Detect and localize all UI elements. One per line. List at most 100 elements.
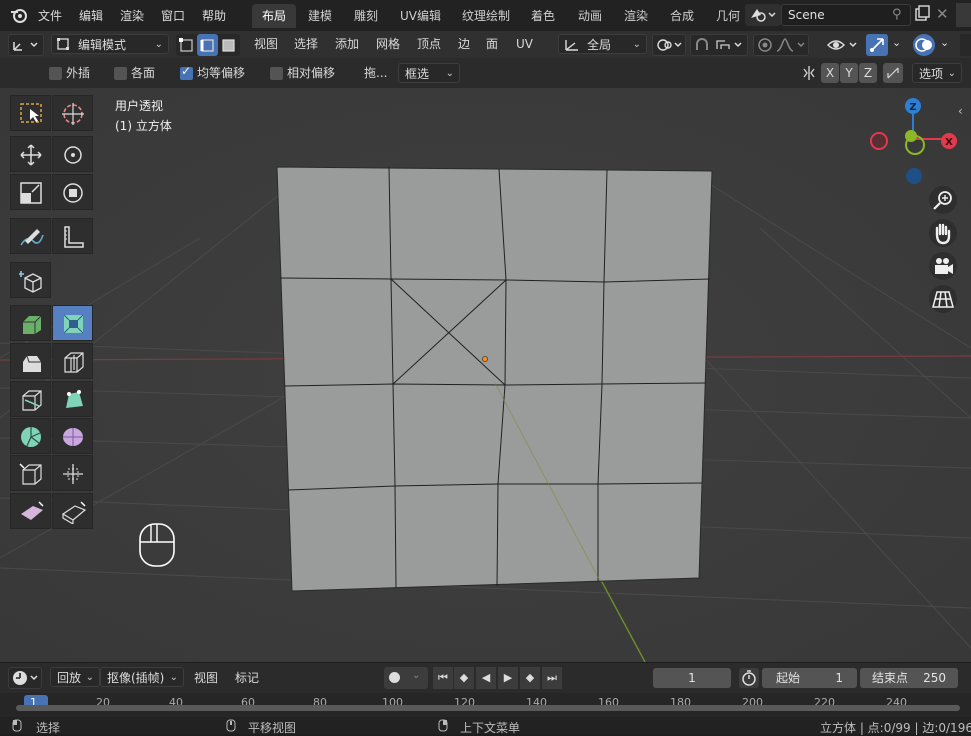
menu-window[interactable]: 窗口	[161, 7, 185, 24]
shading-edge[interactable]	[960, 34, 971, 56]
menu-select[interactable]: 选择	[294, 34, 318, 54]
gizmo-toggle-icon[interactable]	[866, 34, 888, 56]
menu-view[interactable]: 视图	[254, 34, 278, 54]
tool-rotate[interactable]	[52, 136, 93, 172]
play-icon[interactable]: ▶	[498, 667, 518, 689]
pin-icon[interactable]: ⚲	[892, 7, 902, 22]
tool-loop-cut[interactable]	[52, 343, 93, 379]
auto-keying-group[interactable]: ⌄	[384, 667, 428, 689]
checkbox-relative-offset[interactable]	[269, 66, 284, 81]
drag-menu[interactable]: 拖...	[364, 63, 387, 83]
tool-cursor[interactable]	[52, 95, 93, 131]
pan-button[interactable]	[929, 219, 957, 247]
visibility-icon[interactable]	[826, 36, 860, 57]
menu-help[interactable]: 帮助	[202, 7, 226, 24]
chevron-down-icon[interactable]: ⌄	[940, 36, 949, 49]
blender-logo-icon[interactable]	[10, 6, 28, 27]
tool-extrude[interactable]	[10, 305, 51, 341]
orientation-dropdown[interactable]: 全局 ⌄	[558, 34, 647, 54]
mirror-y-toggle[interactable]: Y	[840, 63, 858, 83]
editor-type-button[interactable]	[8, 34, 44, 56]
stopwatch-icon[interactable]	[739, 668, 759, 688]
proportional-editing-group[interactable]	[753, 34, 809, 56]
playback-dropdown[interactable]: 回放 ⌄	[50, 667, 100, 687]
tab-texture-paint[interactable]: 纹理绘制	[452, 4, 520, 28]
prev-keyframe-icon[interactable]: ◆	[454, 667, 474, 689]
tab-sculpting[interactable]: 雕刻	[344, 4, 388, 28]
tab-uv-editing[interactable]: UV编辑	[390, 4, 451, 28]
menu-face[interactable]: 面	[486, 34, 498, 54]
menu-vertex[interactable]: 顶点	[417, 34, 441, 54]
tool-add-cube[interactable]	[10, 262, 51, 298]
tool-bevel[interactable]	[10, 343, 51, 379]
menu-edge[interactable]: 边	[458, 34, 470, 54]
checkbox-even-offset[interactable]	[179, 64, 194, 81]
overlay-toggle-icon[interactable]	[913, 34, 935, 56]
tab-compositing[interactable]: 合成	[660, 4, 704, 28]
tool-edge-slide[interactable]	[10, 455, 51, 491]
tab-rendering[interactable]: 渲染	[614, 4, 658, 28]
3d-viewport[interactable]: 用户透视 (1) 立方体 Z X ‹	[0, 88, 971, 662]
mesh-plane[interactable]	[276, 166, 713, 592]
mirror-z-toggle[interactable]: Z	[859, 63, 877, 83]
tool-inset-faces[interactable]	[52, 305, 93, 341]
tool-scale[interactable]	[10, 174, 51, 210]
pivot-point-button[interactable]	[652, 34, 686, 56]
tab-animation[interactable]: 动画	[568, 4, 612, 28]
tool-smooth[interactable]	[52, 418, 93, 454]
timeline-view-menu[interactable]: 视图	[194, 668, 218, 688]
tool-shrink-fatten[interactable]	[52, 455, 93, 491]
record-icon[interactable]	[389, 672, 400, 683]
scene-name-field[interactable]: Scene ⚲	[781, 4, 911, 26]
timeline-editor-type-button[interactable]	[8, 667, 42, 689]
y-handle[interactable]	[905, 130, 917, 142]
jump-end-icon[interactable]: ⏭	[542, 667, 562, 689]
mirror-x-toggle[interactable]: X	[821, 63, 839, 83]
menu-edit[interactable]: 编辑	[79, 7, 103, 24]
new-scene-icon[interactable]	[913, 4, 933, 24]
tool-measure[interactable]	[52, 218, 93, 254]
neg-z-handle[interactable]	[906, 168, 922, 184]
options-dropdown[interactable]: 选项 ⌄	[912, 63, 962, 83]
chevron-down-icon[interactable]: ⌄	[892, 36, 901, 49]
face-select-icon[interactable]	[218, 34, 239, 56]
delete-scene-icon[interactable]: ✕	[936, 5, 949, 23]
topology-mirror-icon[interactable]	[883, 63, 903, 83]
snap-group[interactable]	[690, 34, 748, 56]
tab-geometry-nodes[interactable]: 几何	[706, 4, 744, 28]
scene-selector[interactable]	[745, 4, 781, 26]
tool-transform[interactable]	[52, 174, 93, 210]
tool-rip-region[interactable]	[52, 493, 93, 529]
tool-spin[interactable]	[10, 418, 51, 454]
navigation-gizmo[interactable]: Z X	[863, 94, 963, 194]
vertex-select-icon[interactable]	[176, 34, 197, 56]
tool-select-box[interactable]	[10, 95, 51, 131]
end-frame-field[interactable]: 结束点 250	[860, 668, 958, 688]
mode-dropdown[interactable]: 编辑模式 ⌄	[51, 34, 169, 54]
tool-poly-build[interactable]	[52, 381, 93, 417]
select-mode-dropdown[interactable]: 框选 ⌄	[398, 63, 460, 83]
timeline-marker-menu[interactable]: 标记	[235, 668, 259, 688]
menu-mesh[interactable]: 网格	[376, 34, 400, 54]
edge-select-icon[interactable]	[197, 34, 218, 56]
view-layer-edge[interactable]	[956, 3, 971, 27]
tool-move[interactable]	[10, 136, 51, 172]
sidebar-toggle-icon[interactable]: ‹	[958, 104, 963, 118]
tool-annotate[interactable]	[10, 218, 51, 254]
menu-uv[interactable]: UV	[516, 34, 533, 54]
tab-layout[interactable]: 布局	[252, 4, 297, 28]
next-keyframe-icon[interactable]: ◆	[520, 667, 540, 689]
play-reverse-icon[interactable]: ◀	[476, 667, 496, 689]
tool-knife[interactable]	[10, 381, 51, 417]
current-frame-field[interactable]: 1	[653, 668, 731, 688]
checkbox-each-face[interactable]	[113, 66, 128, 81]
menu-add[interactable]: 添加	[335, 34, 359, 54]
timeline-ruler[interactable]: 1 20 40 60 80 100 120 140 160 180 200 22…	[0, 693, 971, 717]
menu-render[interactable]: 渲染	[120, 7, 144, 24]
tab-modeling[interactable]: 建模	[298, 4, 342, 28]
jump-start-icon[interactable]: ⏮	[433, 667, 453, 689]
mirror-icon[interactable]	[801, 64, 819, 85]
start-frame-field[interactable]: 起始 1	[762, 668, 857, 688]
timeline-scrollbar[interactable]	[16, 705, 960, 711]
tab-shading[interactable]: 着色	[521, 4, 565, 28]
